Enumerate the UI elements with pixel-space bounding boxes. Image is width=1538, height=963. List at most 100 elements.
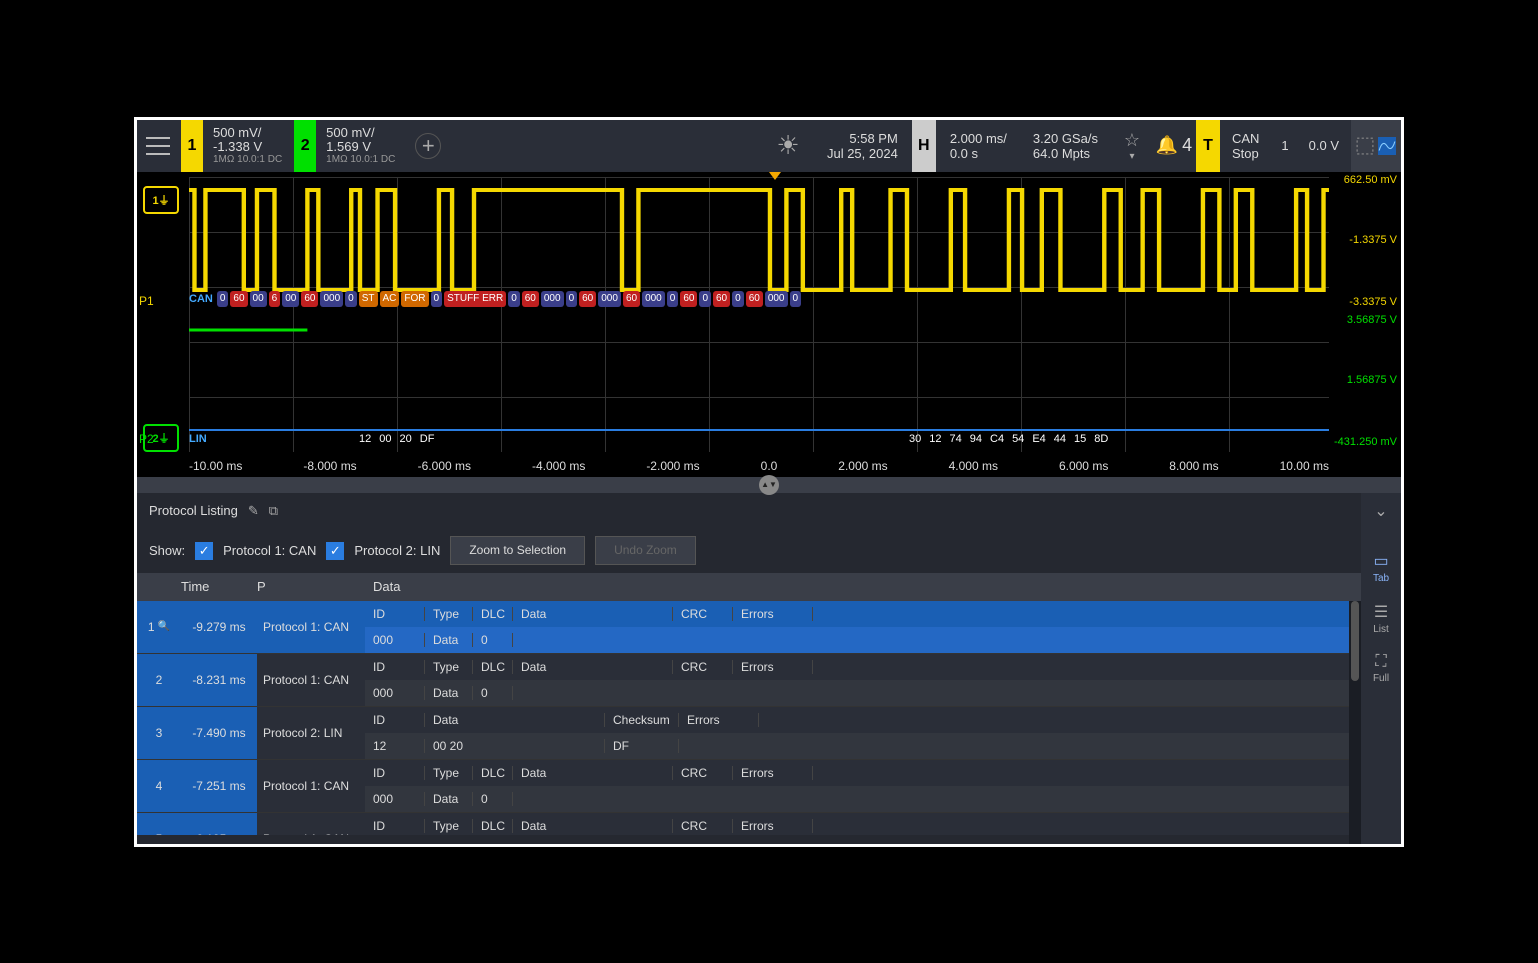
ch2-scale: 500 mV/ bbox=[326, 126, 395, 140]
table-body[interactable]: 1 🔍 -9.279 ms Protocol 1: CAN IDTypeDLCD… bbox=[137, 601, 1361, 835]
can-frame: 60 bbox=[746, 291, 763, 307]
scroll-thumb[interactable] bbox=[1351, 601, 1359, 681]
table-row[interactable]: 1 🔍 -9.279 ms Protocol 1: CAN IDTypeDLCD… bbox=[137, 601, 1361, 654]
panel-title: Protocol Listing bbox=[149, 503, 238, 518]
can-frame: 00 bbox=[282, 291, 299, 307]
collapse-chevron-icon[interactable]: ⌄ bbox=[1374, 501, 1387, 521]
ch1-ground-badge[interactable]: 1⏚ bbox=[143, 186, 179, 214]
v-label-1: 662.50 mV bbox=[1344, 174, 1397, 186]
lin-byte: 12 bbox=[359, 433, 371, 445]
table-row[interactable]: 5 -6.195 ms Protocol 1: CAN IDTypeDLCDat… bbox=[137, 813, 1361, 835]
full-view-button[interactable]: ⛶ Full bbox=[1361, 645, 1401, 692]
col-data[interactable]: Data bbox=[365, 579, 1361, 594]
timebase-block[interactable]: 2.000 ms/ 0.0 s bbox=[938, 120, 1019, 172]
lin-byte: 12 bbox=[929, 433, 941, 445]
show-label: Show: bbox=[149, 543, 185, 558]
proto2-checkbox[interactable]: ✓ bbox=[326, 542, 344, 560]
add-channel-button[interactable]: + bbox=[415, 133, 441, 159]
protocol-table: Time P Data 1 🔍 -9.279 ms Protocol 1: CA… bbox=[137, 573, 1361, 847]
can-frame: 60 bbox=[680, 291, 697, 307]
row-time: -9.279 ms bbox=[181, 601, 257, 653]
tab-view-button[interactable]: ▭ Tab bbox=[1361, 543, 1401, 592]
brightness-icon[interactable]: ☀ bbox=[763, 120, 813, 172]
timebase-delay: 0.0 s bbox=[950, 146, 1007, 161]
v-label-5: 1.56875 V bbox=[1347, 374, 1397, 386]
table-row[interactable]: 2 -8.231 ms Protocol 1: CAN IDTypeDLCDat… bbox=[137, 654, 1361, 707]
row-time: -7.490 ms bbox=[181, 707, 257, 759]
ch1-offset: -1.338 V bbox=[213, 140, 282, 154]
trigger-info[interactable]: CAN Stop bbox=[1222, 120, 1269, 172]
row-number: 5 bbox=[137, 813, 181, 835]
ch1-coupling: 1MΩ 10.0:1 DC bbox=[213, 154, 282, 165]
channel-2-badge: 2 bbox=[294, 120, 316, 172]
wave-icon bbox=[1378, 137, 1396, 155]
can-frame: FOR bbox=[401, 291, 428, 307]
channel-1-block[interactable]: 1 500 mV/ -1.338 V 1MΩ 10.0:1 DC bbox=[181, 120, 292, 172]
timebase-scale: 2.000 ms/ bbox=[950, 131, 1007, 146]
zoom-selection-button[interactable]: Zoom to Selection bbox=[450, 536, 585, 564]
lin-byte: 54 bbox=[1012, 433, 1024, 445]
can-frame: 0 bbox=[790, 291, 802, 307]
col-time[interactable]: Time bbox=[181, 579, 257, 594]
protocol-controls: Show: ✓ Protocol 1: CAN ✓ Protocol 2: LI… bbox=[137, 529, 1361, 573]
top-bar: 1 500 mV/ -1.338 V 1MΩ 10.0:1 DC 2 500 m… bbox=[137, 120, 1401, 172]
v-label-2: -1.3375 V bbox=[1349, 234, 1397, 246]
table-header-row: Time P Data bbox=[137, 573, 1361, 601]
can-frame: 60 bbox=[713, 291, 730, 307]
display-mode-buttons[interactable] bbox=[1351, 120, 1401, 172]
popout-icon[interactable]: ⧉ bbox=[269, 503, 278, 519]
channel-2-block[interactable]: 2 500 mV/ 1.569 V 1MΩ 10.0:1 DC bbox=[294, 120, 405, 172]
grid-icon bbox=[1356, 137, 1374, 155]
lin-byte: 15 bbox=[1074, 433, 1086, 445]
protocol-panel: Protocol Listing ✎ ⧉ Show: ✓ Protocol 1:… bbox=[137, 493, 1401, 847]
undo-zoom-button[interactable]: Undo Zoom bbox=[595, 536, 696, 564]
acquisition-block[interactable]: 3.20 GSa/s 64.0 Mpts bbox=[1021, 120, 1110, 172]
sample-rate: 3.20 GSa/s bbox=[1033, 131, 1098, 146]
time-tick: -2.000 ms bbox=[646, 459, 699, 473]
channel-1-badge: 1 bbox=[181, 120, 203, 172]
can-frame: 0 bbox=[699, 291, 711, 307]
notifications-button[interactable]: 🔔4 bbox=[1154, 120, 1194, 172]
table-scrollbar[interactable] bbox=[1349, 601, 1361, 847]
favorites-button[interactable]: ☆▾ bbox=[1112, 120, 1152, 172]
row-protocol: Protocol 1: CAN bbox=[257, 760, 365, 812]
col-protocol[interactable]: P bbox=[257, 579, 365, 594]
row-number: 4 bbox=[137, 760, 181, 812]
menu-button[interactable] bbox=[137, 120, 179, 172]
can-lane-label: CAN bbox=[189, 293, 213, 305]
can-frame: 0 bbox=[732, 291, 744, 307]
can-frame: STUFF ERR bbox=[444, 291, 506, 307]
can-frame: 000 bbox=[642, 291, 665, 307]
panel-resize-handle[interactable]: ▲▼ bbox=[137, 477, 1401, 493]
row-data: IDTypeDLCDataCRCErrors 000Data0 bbox=[365, 654, 1361, 706]
row-data: IDDataChecksumErrors 1200 20DF bbox=[365, 707, 1361, 759]
can-frame: 000 bbox=[598, 291, 621, 307]
can-decode-lane: CAN 06000600600000STACFOR0STUFF ERR06000… bbox=[189, 290, 1329, 308]
edit-icon[interactable]: ✎ bbox=[248, 503, 259, 519]
can-frame: 0 bbox=[667, 291, 679, 307]
ch1-scale: 500 mV/ bbox=[213, 126, 282, 140]
time-axis: -10.00 ms-8.000 ms-6.000 ms-4.000 ms-2.0… bbox=[189, 459, 1329, 473]
notification-count: 4 bbox=[1182, 135, 1192, 156]
waveform-display[interactable]: 1⏚ 2⏚ P1 P2 662.50 mV -1.3375 V -3.3375 … bbox=[137, 172, 1401, 477]
list-view-button[interactable]: ☰ List bbox=[1361, 594, 1401, 643]
row-time: -7.251 ms bbox=[181, 760, 257, 812]
lin-byte: 44 bbox=[1054, 433, 1066, 445]
trigger-badge[interactable]: T bbox=[1196, 120, 1220, 172]
time-tick: -4.000 ms bbox=[532, 459, 585, 473]
datetime-block[interactable]: 5:58 PM Jul 25, 2024 bbox=[815, 120, 910, 172]
row-data: IDTypeDLCDataCRCErrors bbox=[365, 813, 1361, 835]
side-tabs: ⌄ ▭ Tab ☰ List ⛶ Full bbox=[1361, 493, 1401, 847]
can-frame: 0 bbox=[345, 291, 357, 307]
table-row[interactable]: 4 -7.251 ms Protocol 1: CAN IDTypeDLCDat… bbox=[137, 760, 1361, 813]
time-tick: 10.00 ms bbox=[1280, 459, 1329, 473]
time-tick: -8.000 ms bbox=[303, 459, 356, 473]
row-time: -8.231 ms bbox=[181, 654, 257, 706]
proto1-checkbox[interactable]: ✓ bbox=[195, 542, 213, 560]
table-row[interactable]: 3 -7.490 ms Protocol 2: LIN IDDataChecks… bbox=[137, 707, 1361, 760]
can-frame: 60 bbox=[522, 291, 539, 307]
lin-byte: 20 bbox=[400, 433, 412, 445]
clock-time: 5:58 PM bbox=[827, 131, 898, 146]
horizontal-badge[interactable]: H bbox=[912, 120, 936, 172]
can-frame: 6 bbox=[269, 291, 281, 307]
